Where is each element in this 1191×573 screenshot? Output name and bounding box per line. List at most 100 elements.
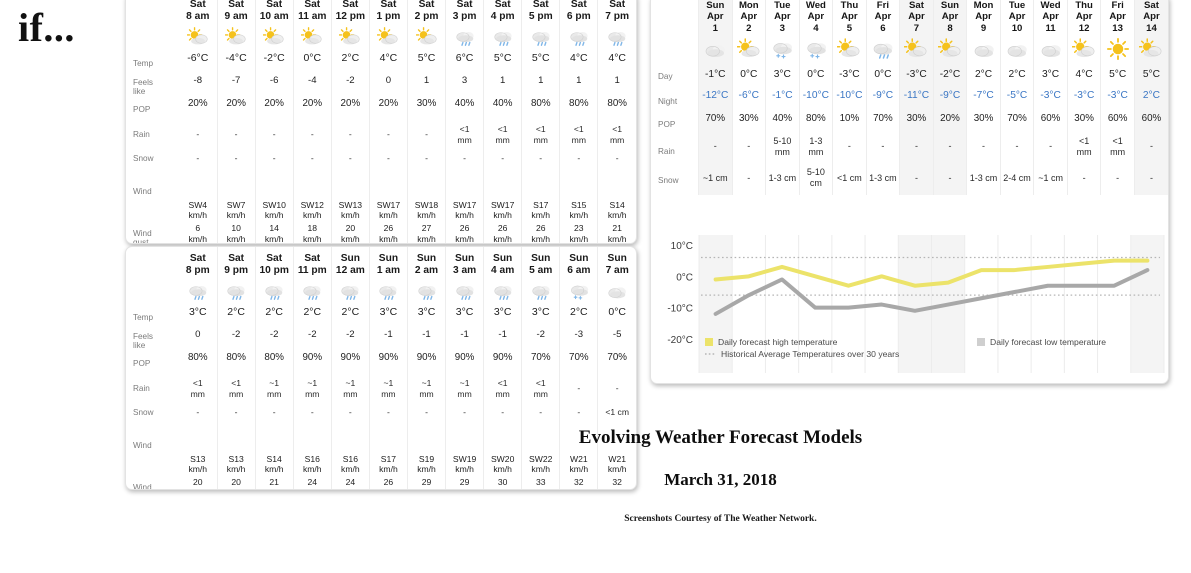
- daily-snow-value: <1 cm: [832, 167, 867, 195]
- hourly-column-header: Sat 7 pm: [597, 0, 636, 27]
- daily-rain-value: -: [832, 136, 867, 168]
- daily-day-temp: -3°C: [832, 63, 867, 90]
- daily-rain-value: -: [999, 136, 1034, 168]
- daily-column-header: Sun Apr 1: [698, 0, 733, 37]
- daily-night-temp: -10°C: [832, 89, 867, 113]
- hourly-temp-value: 3°C: [406, 305, 446, 330]
- daily-pop-value: 80%: [798, 112, 833, 137]
- daily-column-header: Fri Apr 6: [865, 0, 900, 37]
- daily-snow-value: ~1 cm: [1033, 167, 1068, 195]
- cloud-icon: [966, 36, 1001, 64]
- hourly-snow-value: -: [597, 146, 636, 185]
- row-label-spacer: [126, 0, 179, 26]
- row-label-wind-spacer: [126, 200, 179, 224]
- daily-day-temp: 5°C: [1133, 63, 1168, 90]
- hourly-wind-spacer: [179, 185, 217, 200]
- sun-cloud-icon: [368, 26, 408, 52]
- rain-cloud-icon: [521, 280, 560, 306]
- daily-rain-value: -: [1033, 136, 1068, 168]
- row-label-spacer: [126, 26, 179, 51]
- presentation-date: March 31, 2018: [664, 470, 777, 489]
- hourly-pop-value: 80%: [521, 97, 560, 123]
- hourly-pop-value: 80%: [187, 351, 208, 363]
- hourly-wind-spacer: [521, 184, 560, 200]
- hourly-feels-value: -1: [483, 329, 522, 352]
- daily-pop-value: 10%: [832, 112, 867, 137]
- svg-text:10°C: 10°C: [671, 241, 693, 252]
- row-label-snow: Snow: [133, 153, 154, 163]
- hourly-rain-value: -: [330, 122, 370, 147]
- daily-night-temp: -3°C: [1033, 89, 1068, 113]
- hourly-column-header: Sat 8 pm: [185, 253, 210, 277]
- hourly-snow-value: -: [559, 146, 598, 185]
- hourly-column-header: Sat 2 pm: [406, 0, 446, 27]
- hourly-temp-value: 2°C: [216, 305, 256, 330]
- daily-night-row: Night -12°C -6°C -1°C -10°C -10°C -9°C -11°C -9°…: [651, 89, 1168, 113]
- hourly-feels-value: -2: [521, 329, 560, 352]
- daily-day-temp: 2°C: [966, 63, 1001, 90]
- daily-pop-value: 70%: [865, 112, 900, 137]
- hourly-pop-value: 70%: [597, 351, 636, 377]
- daily-snow-value: 1-3 cm: [765, 167, 800, 195]
- hourly-temp-value: 5°C: [483, 51, 522, 76]
- hourly-rain-row: Rain <1 mm <1 mm ~1 mm ~1 mm ~1 mm ~1 mm ~1 mm ~1 mm <1 mm…: [126, 376, 636, 401]
- hourly-pop-value: 20%: [292, 97, 332, 123]
- hourly-column-header: Sat 4 pm: [483, 0, 522, 27]
- daily-column-header: Sat Apr 14: [1133, 0, 1168, 37]
- hourly-pop-value: 80%: [254, 351, 294, 377]
- hourly-column-header: Sun 3 am: [445, 247, 484, 281]
- hourly-rain-value: <1 mm: [445, 122, 484, 147]
- cloud-icon: [1033, 36, 1068, 64]
- hourly-wind-spacer: [406, 184, 446, 200]
- rain-cloud-icon: [406, 280, 446, 306]
- hourly-pop-value: 40%: [483, 97, 522, 123]
- daily-column-header: Tue Apr 3: [765, 0, 800, 37]
- hourly-wind-value: SW17 km/h: [483, 199, 522, 224]
- hourly-wind-spacer: [368, 184, 408, 200]
- hourly-wind-value: SW12 km/h: [292, 199, 332, 224]
- hourly-column-header: Sun 12 am: [330, 247, 370, 281]
- daily-column-header: Thu Apr 12: [1066, 0, 1101, 37]
- hourly-gust-value: 18 km/h: [292, 223, 332, 243]
- hourly-wind-value: SW7 km/h: [216, 199, 256, 224]
- daily-day-temp: 3°C: [765, 63, 800, 90]
- hourly-temp-value: -2°C: [254, 51, 294, 76]
- daily-pop-value: 30%: [899, 112, 934, 137]
- hourly-column-header: Sun 6 am: [559, 247, 598, 281]
- hourly-rain-value: <1 mm: [597, 122, 636, 147]
- hourly-wind-spacer: [330, 184, 370, 200]
- hourly-snow-value: -: [216, 146, 256, 185]
- hourly-feels-value: -1: [368, 329, 408, 352]
- daily-column-header: Wed Apr 11: [1033, 0, 1068, 37]
- hourly-pop-value: 20%: [330, 97, 370, 123]
- row-label-temp: Temp: [133, 58, 154, 68]
- hourly-rain-value: ~1 mm: [445, 376, 484, 401]
- rain-cloud-icon: [483, 280, 522, 306]
- hourly-pop-value: 90%: [483, 351, 522, 377]
- rain-cloud-icon: [865, 36, 900, 64]
- hourly-gust-value: 27 km/h: [406, 223, 446, 243]
- sun-cloud-icon: [899, 36, 934, 64]
- hourly-feels-row: Feels like -8 -7 -6 -4 -2 0 1 3 1 1 1 1: [126, 75, 636, 98]
- hourly-temp-row: Temp -6°C -4°C -2°C 0°C 2°C 4°C 5°C 6°C 5°C 5°C 4°C…: [126, 51, 636, 76]
- daily-snow-value: 1-3 cm: [865, 167, 900, 195]
- hourly-snow-value: -: [483, 146, 522, 185]
- hourly-rain-value: -: [254, 122, 294, 147]
- hourly-gust-value: 23 km/h: [559, 223, 598, 243]
- daily-day-temp: -2°C: [932, 63, 967, 90]
- cloud-icon: [597, 280, 636, 306]
- hourly-pop-row: POP 20% 20% 20% 20% 20% 20% 30% 40% 40% 80% 80% 80%: [126, 97, 636, 123]
- hourly-snow-value: -: [521, 146, 560, 185]
- hourly-rain-value: <1 mm: [190, 378, 205, 399]
- hourly-wind-value: S14 km/h: [597, 199, 636, 224]
- row-label-spacer: [651, 0, 699, 37]
- hourly-column-header: Sat 5 pm: [521, 0, 560, 27]
- daily-night-temp: 2°C: [1133, 89, 1168, 113]
- hourly-temp-value: 0°C: [292, 51, 332, 76]
- daily-day-temp: 2°C: [999, 63, 1034, 90]
- hourly-gust-value: 26km/h: [445, 223, 484, 243]
- hourly-wind-row: SW4 km/h SW7 km/h SW10 km/h SW12 km/h SW13 km/h SW…: [126, 199, 636, 224]
- hourly-wind-spacer: [445, 184, 484, 200]
- daily-column-header: Fri Apr 13: [1100, 0, 1135, 37]
- hourly-feels-value: 3: [445, 75, 484, 98]
